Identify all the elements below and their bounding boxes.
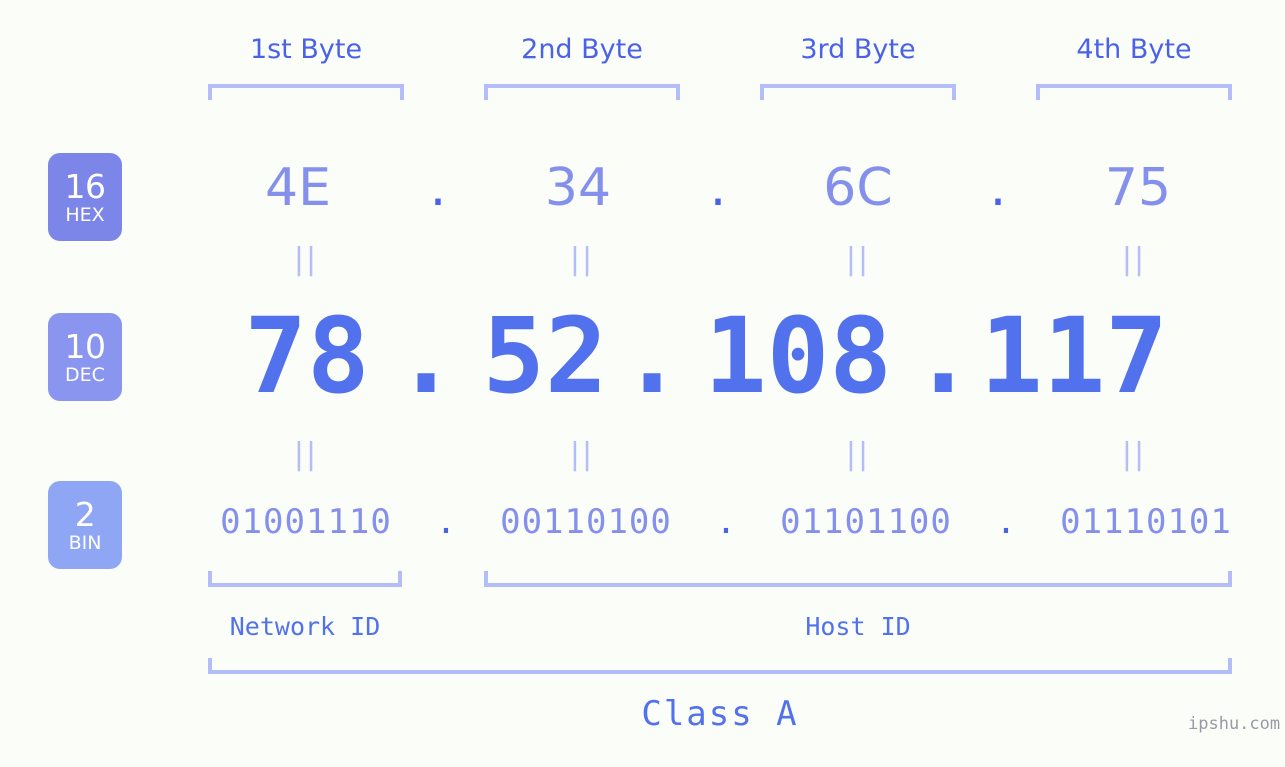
hex-byte-1: 4E <box>265 158 331 218</box>
dec-separator-3: . <box>912 295 975 417</box>
class-label: Class A <box>641 694 799 734</box>
bin-separator-1: . <box>435 502 457 542</box>
byte-header-2: 2nd Byte <box>521 34 643 65</box>
hex-value-row: 4E . 34 . 6C . 75 <box>200 158 1236 218</box>
hex-separator-1: . <box>429 158 447 218</box>
base-badge-bin: 2 BIN <box>48 481 122 569</box>
bin-separator-3: . <box>995 502 1017 542</box>
bin-separator-2: . <box>715 502 737 542</box>
equals-hex-dec-3: || <box>845 242 871 277</box>
host-id-label: Host ID <box>805 612 911 641</box>
base-badge-hex: 16 HEX <box>48 153 122 241</box>
byte-header-1: 1st Byte <box>249 34 363 65</box>
site-watermark: ipshu.com <box>1188 714 1281 734</box>
base-badge-bin-name: BIN <box>68 531 102 554</box>
class-bracket <box>208 658 1232 674</box>
bin-byte-1: 01001110 <box>220 502 392 542</box>
bin-byte-4: 01110101 <box>1060 502 1232 542</box>
dec-byte-3: 108 <box>704 295 892 417</box>
equals-hex-dec-1: || <box>293 242 319 277</box>
byte-bracket-2 <box>484 84 680 100</box>
base-badge-dec-name: DEC <box>65 363 105 386</box>
base-badge-bin-number: 2 <box>74 494 96 534</box>
hex-separator-3: . <box>989 158 1007 218</box>
byte-bracket-4 <box>1036 84 1232 100</box>
base-badge-dec: 10 DEC <box>48 313 122 401</box>
bin-byte-3: 01101100 <box>780 502 952 542</box>
equals-dec-bin-1: || <box>293 437 319 472</box>
byte-bracket-1 <box>208 84 404 100</box>
base-badge-dec-number: 10 <box>64 326 107 366</box>
byte-header-4: 4th Byte <box>1076 34 1192 65</box>
byte-header-3: 3rd Byte <box>800 34 916 65</box>
hex-byte-2: 34 <box>544 158 612 218</box>
equals-dec-bin-3: || <box>845 437 871 472</box>
equals-dec-bin-2: || <box>569 437 595 472</box>
network-id-label: Network ID <box>229 612 381 641</box>
byte-bracket-3 <box>760 84 956 100</box>
bin-value-row: 01001110 . 00110100 . 01101100 . 0111010… <box>192 502 1260 542</box>
base-badge-hex-name: HEX <box>65 203 105 226</box>
dec-separator-1: . <box>394 295 458 417</box>
hex-separator-2: . <box>709 158 727 218</box>
ip-address-breakdown-diagram: 1st Byte 2nd Byte 3rd Byte 4th Byte 16 H… <box>0 0 1285 767</box>
base-badge-hex-number: 16 <box>64 166 107 206</box>
dec-value-row: 78 . 52 . 108 . 117 <box>232 295 1188 417</box>
hex-byte-4: 75 <box>1104 158 1172 218</box>
equals-hex-dec-4: || <box>1121 242 1147 277</box>
dec-byte-1: 78 <box>244 295 370 417</box>
dec-byte-2: 52 <box>482 295 608 417</box>
equals-hex-dec-2: || <box>569 242 595 277</box>
dec-byte-4: 117 <box>980 295 1168 417</box>
equals-dec-bin-4: || <box>1121 437 1147 472</box>
network-id-bracket <box>208 571 402 587</box>
bin-byte-2: 00110100 <box>500 502 672 542</box>
hex-byte-3: 6C <box>823 158 893 218</box>
dec-separator-2: . <box>620 295 684 417</box>
host-id-bracket <box>484 571 1232 587</box>
